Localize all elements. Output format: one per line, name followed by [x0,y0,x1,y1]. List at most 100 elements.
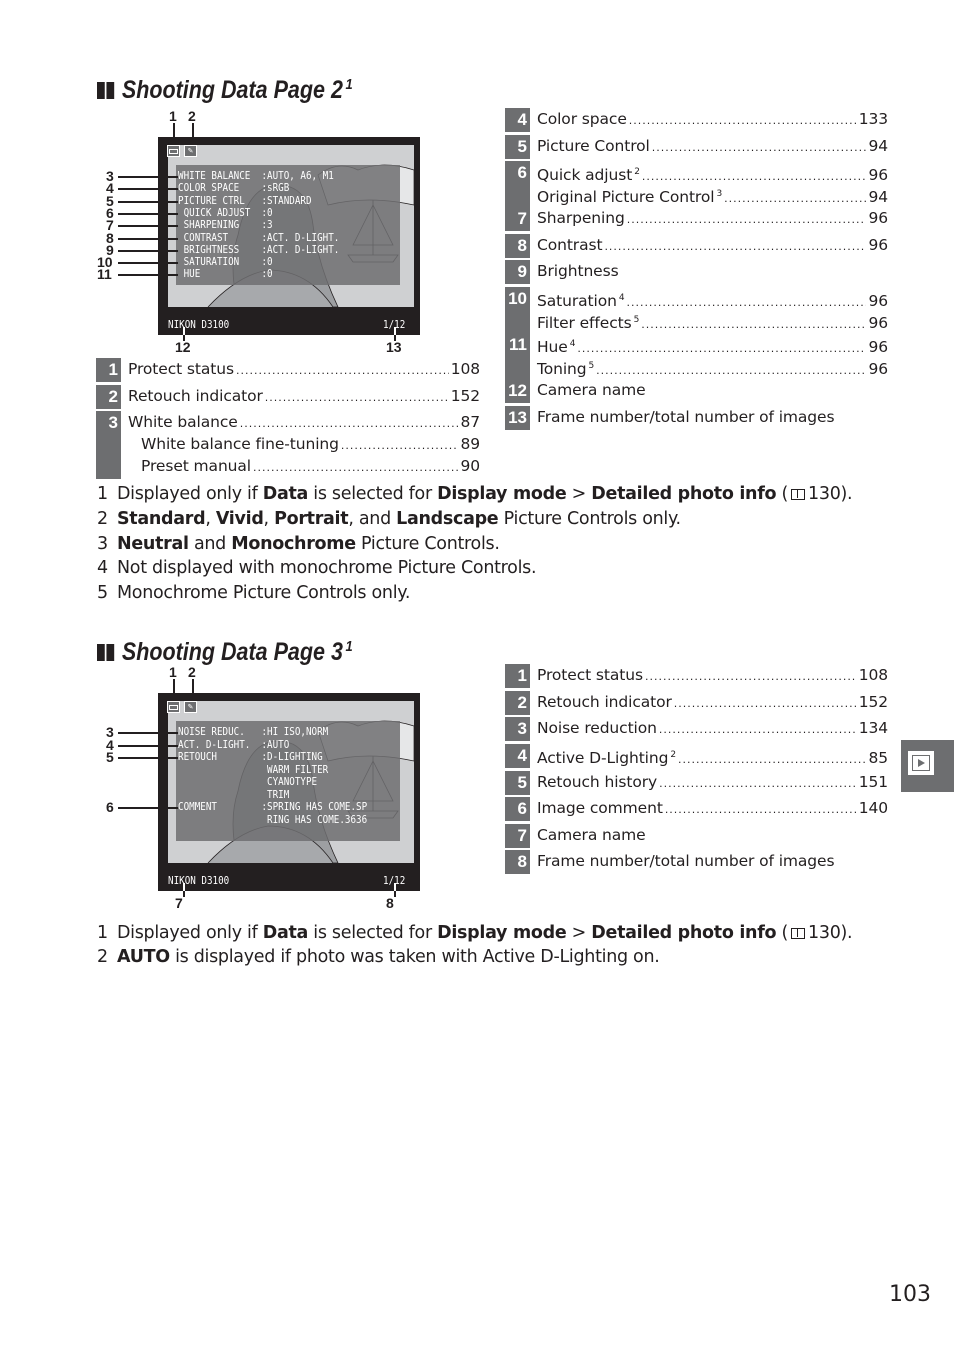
info-row: RETOUCH :D-LIGHTING [178,751,323,763]
callout-number: 13 [386,339,402,355]
callout-leader [173,123,175,145]
footnote-ref: 2 [634,167,640,177]
footnote-text: Data [262,923,309,943]
footnote-text: Display mode [437,923,567,943]
index-label-text: Camera name [537,381,646,399]
info-row: CONTRAST :ACT. D-LIGHT. [178,232,340,244]
callout-leader [118,807,178,809]
heading-footnote-ref: 1 [345,76,353,93]
page-reference: 96 [868,314,888,332]
index-label-text: Original Picture Control [537,188,715,206]
index-label: Picture Control [537,135,650,157]
callout-number: 11 [97,266,112,282]
camera-name: NIKON D3100 [168,319,230,331]
index-label-text: Retouch indicator [537,693,672,711]
footnote-text: Picture Controls only. [498,509,681,529]
page-reference: 96 [868,360,888,378]
index-number: 9 [505,260,530,284]
index-line: Retouch indicator 152 [128,385,480,407]
callout-leader [118,176,178,178]
index-number: 1 [96,358,121,382]
page-reference: 140 [858,799,888,817]
footnote: 2 Standard, Vivid, Portrait, and Landscap… [97,507,681,531]
index-line: Saturation496 [537,287,888,310]
callout-leader [118,188,178,190]
index-line: Image comment 140 [537,797,888,819]
callout-leader [118,732,178,734]
info-row: NOISE REDUC. :HI ISO,NORM [178,726,329,738]
index-number: 5 [505,771,530,795]
dot-leader [629,110,857,132]
section-heading-page-2: Shooting Data Page 21 [97,70,353,105]
index-line: White balance fine-tuning 89 [141,433,480,455]
callout-number: 2 [188,108,196,124]
page-reference: 96 [868,236,888,254]
dot-leader [652,137,867,159]
callout-number: 6 [106,799,114,815]
index-label-text: Preset manual [141,457,252,475]
footnote-number: 1 [97,923,108,943]
index-number: 11 [505,333,530,379]
index-number: 7 [505,207,530,231]
playback-section-tab[interactable] [901,740,954,792]
index-number: 6 [505,161,530,207]
callout-leader [118,745,178,747]
index-label-text: White balance fine-tuning [141,435,339,453]
footnote: 4 Not displayed with monochrome Picture C… [97,556,537,580]
footnote-text: Landscape [396,509,499,529]
footnote-number: 2 [97,509,108,529]
index-number: 2 [505,691,530,715]
index-label: Brightness [537,260,619,282]
index-label: Protect status [128,358,234,380]
info-row: PICTURE CTRL :STANDARD [178,195,312,207]
index-label-text: Sharpening [537,209,625,227]
footnote-ref: 5 [588,361,595,371]
footnote-number: 2 [97,947,108,967]
dot-leader [604,236,866,258]
index-label: Camera name [537,824,646,846]
index-label: Toning 5 [537,355,594,380]
callout-leader [192,123,194,145]
index-number: 3 [505,717,530,741]
heading-marker-icon [106,644,115,661]
heading-text: Shooting Data Page 2 [121,76,343,104]
index-number: 3 [96,411,121,479]
dot-leader [265,387,449,409]
index-label: Frame number/total number of images [537,406,835,428]
footnote: 1 Displayed only if Data is selected for … [97,921,853,945]
page-reference: 152 [858,693,888,711]
info-row: WARM FILTER [178,764,329,776]
index-label: Original Picture Control 3 [537,183,722,208]
info-row: SHARPENING :3 [178,219,273,231]
index-number: 4 [505,744,530,768]
index-label-text: Toning [537,360,587,378]
callout-number: 2 [188,664,196,680]
index-label-text: Filter effects [537,314,632,332]
dot-leader [645,666,857,688]
index-label-text: Image comment [537,799,663,817]
footnote-text: Monochrome Picture Controls only. [117,583,411,603]
page-reference: 85 [868,749,888,767]
index-line: Frame number/total number of images [537,850,888,872]
protect-status-icon [167,701,180,713]
index-label-text: Hue [537,338,568,356]
footnote-text: Detailed photo info [591,484,777,504]
index-line: Frame number/total number of images [537,406,888,428]
index-label: Frame number/total number of images [537,850,835,872]
footnote-text: ( [776,923,789,943]
index-label: Retouch indicator [128,385,263,407]
index-line: Original Picture Control3 94 [537,183,888,208]
index-number: 5 [505,135,530,159]
footnote-text: Detailed photo info [591,923,777,943]
dot-leader [659,719,857,741]
index-label-text: Color space [537,110,627,128]
index-number: 13 [505,406,530,430]
page-reference: 96 [868,209,888,227]
footnote-text: Picture Controls. [355,534,500,554]
index-label-text: Brightness [537,262,619,280]
lcd-frame: ✎ NOISE REDUC. :HI ISO,NORM ACT. D-LIGHT. … [158,693,420,891]
dot-leader [659,773,857,795]
section-heading-page-3: Shooting Data Page 31 [97,632,353,667]
dot-leader [253,457,458,479]
page-reference: 87 [460,413,480,431]
